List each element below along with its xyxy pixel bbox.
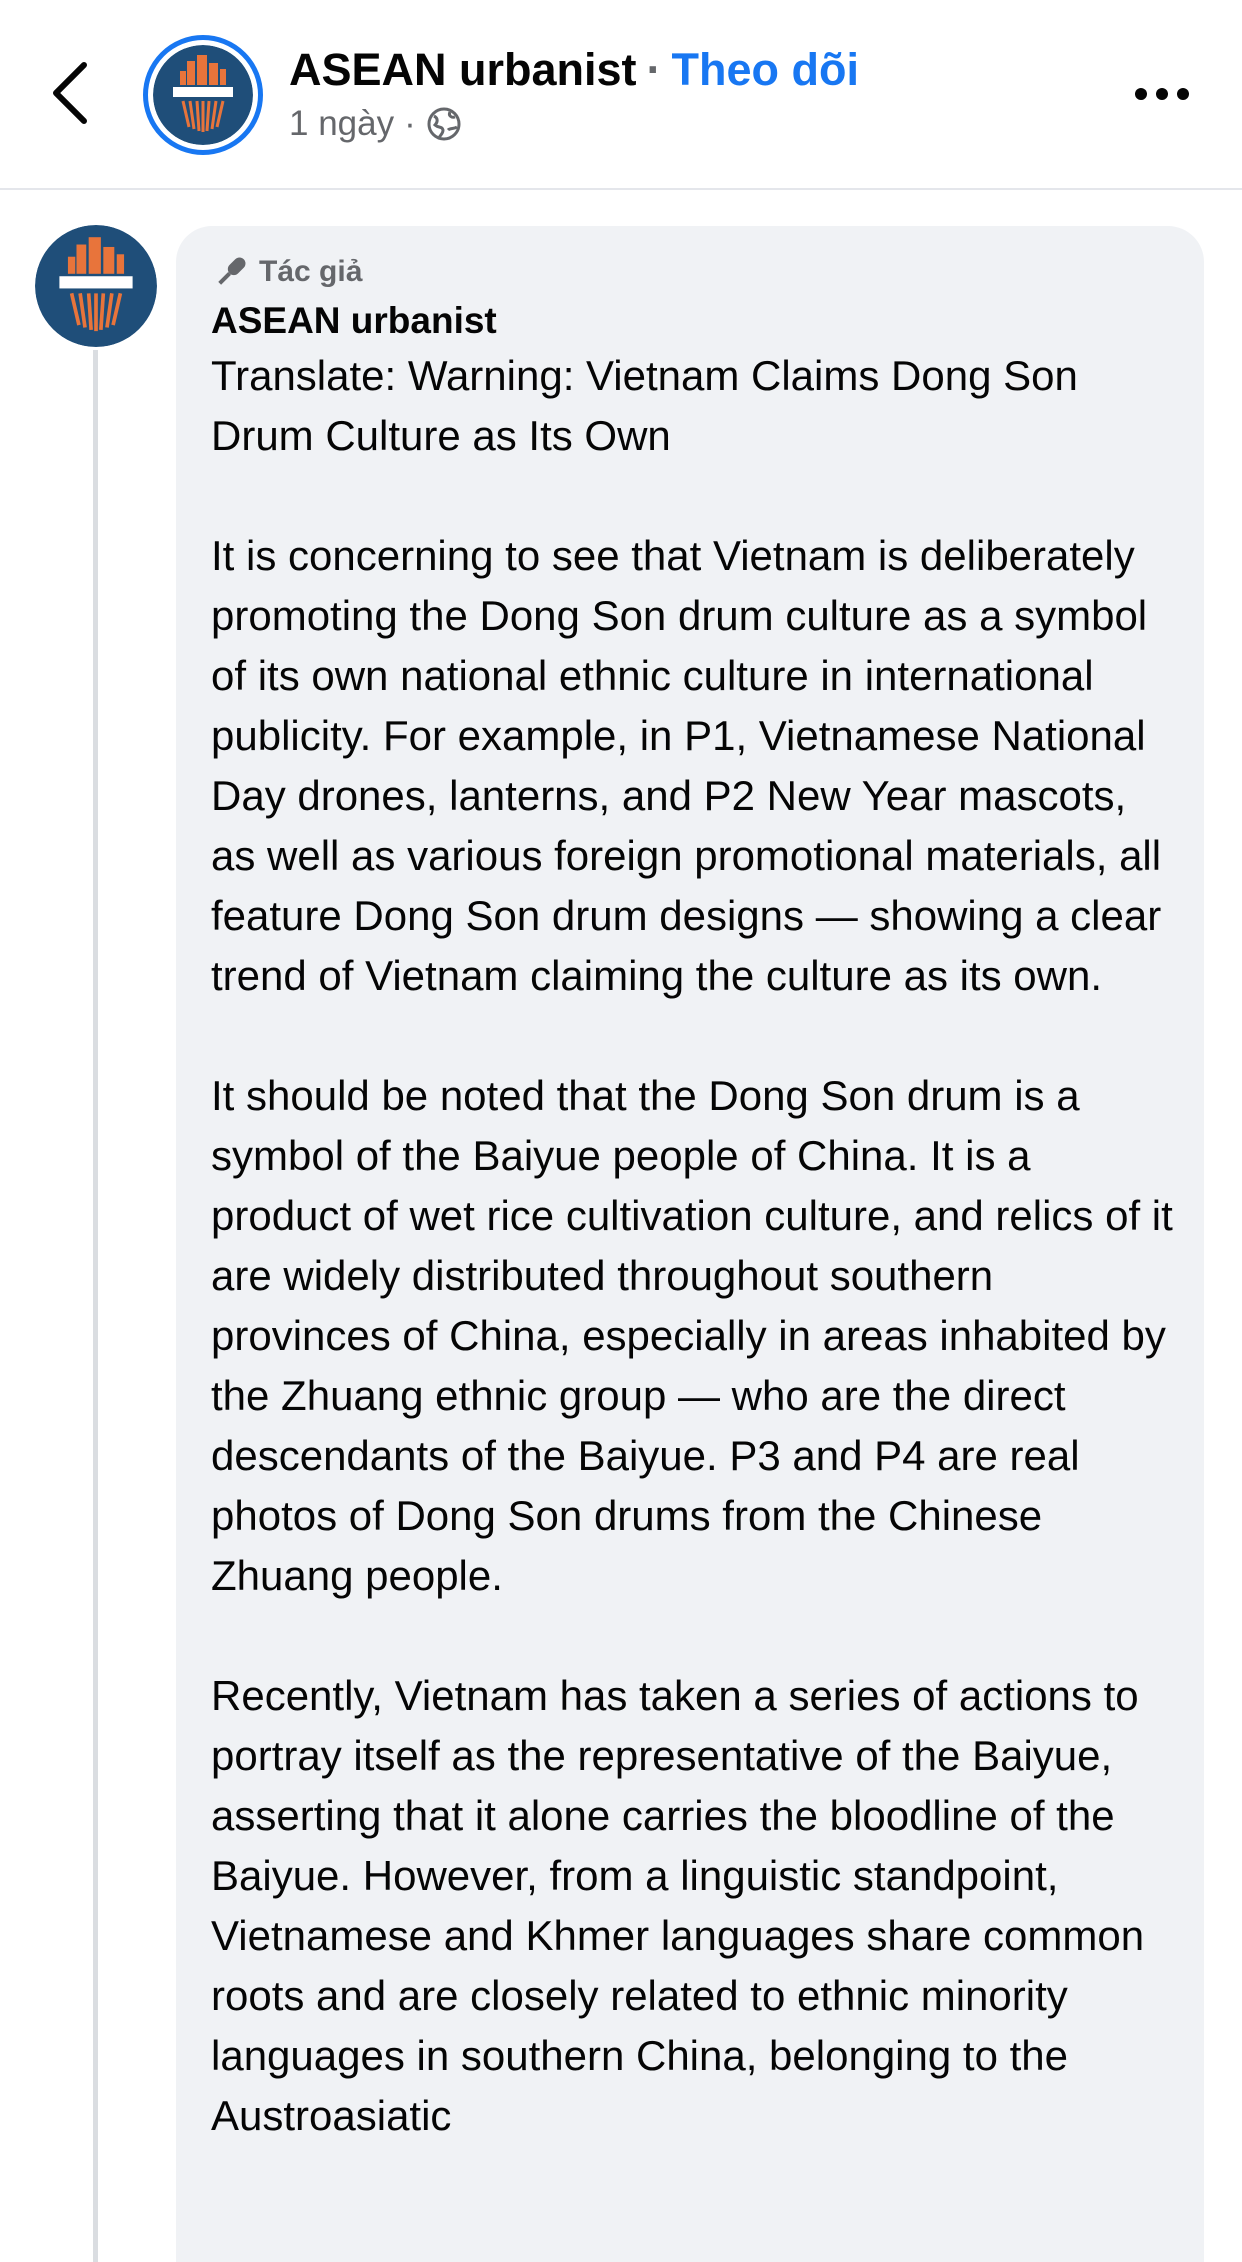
author-badge: Tác giả (211, 250, 1174, 294)
meta-separator: · (404, 104, 416, 143)
author-badge-label: Tác giả (259, 255, 363, 288)
comment-paragraph: Recently, Vietnam has taken a series of … (211, 1672, 1145, 2139)
thread-line (93, 350, 98, 2262)
post-time[interactable]: 1 ngày (289, 104, 394, 144)
more-horizontal-icon (1134, 87, 1190, 106)
comment-avatar[interactable] (35, 225, 157, 347)
comment-bubble[interactable]: Tác giả ASEAN urbanist Translate: Warnin… (176, 226, 1204, 2262)
title-separator: · (646, 44, 662, 95)
comment-paragraph: It should be noted that the Dong Son dru… (211, 1072, 1173, 1599)
page-name[interactable]: ASEAN urbanist (289, 40, 637, 100)
chevron-left-icon (50, 61, 90, 130)
top-bar: ASEAN urbanist · Theo dõi 1 ngày · (0, 0, 1242, 190)
comment-paragraph: It is concerning to see that Vietnam is … (211, 532, 1162, 999)
asean-urbanist-logo-small (35, 225, 157, 347)
follow-button[interactable]: Theo dõi (672, 40, 859, 100)
globe-icon (426, 106, 462, 142)
page-avatar[interactable] (143, 35, 263, 155)
microphone-icon (211, 252, 251, 292)
post-screen: ASEAN urbanist · Theo dõi 1 ngày · Tác g… (0, 0, 1242, 2262)
comment-text: Translate: Warning: Vietnam Claims Dong … (211, 346, 1174, 2146)
comment-author-name[interactable]: ASEAN urbanist (211, 296, 1174, 346)
header-title-row: ASEAN urbanist · Theo dõi (289, 40, 859, 100)
back-button[interactable] (40, 55, 100, 135)
post-meta: 1 ngày · (289, 104, 462, 144)
more-options-button[interactable] (1122, 66, 1202, 126)
comment-paragraph: Translate: Warning: Vietnam Claims Dong … (211, 352, 1078, 459)
asean-urbanist-logo (153, 45, 253, 145)
